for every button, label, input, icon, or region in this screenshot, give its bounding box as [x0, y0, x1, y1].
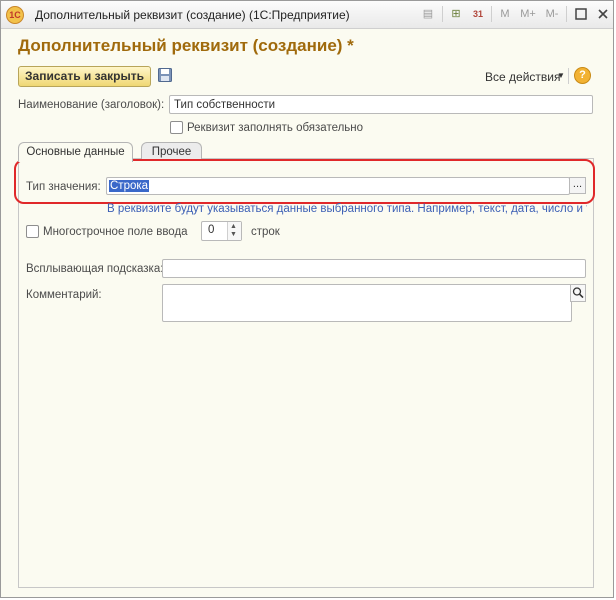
lines-count-value: 0	[208, 224, 215, 236]
chevron-down-icon[interactable]: ▼	[230, 231, 237, 238]
multiline-label: Многострочное поле ввода	[43, 226, 188, 238]
close-button[interactable]	[593, 4, 613, 24]
tab-main-data[interactable]: Основные данные	[18, 142, 133, 162]
comment-textarea[interactable]	[162, 284, 572, 322]
name-input[interactable]: Тип собственности	[169, 95, 593, 114]
name-label: Наименование (заголовок):	[18, 99, 165, 111]
toolbar-separator	[491, 6, 492, 22]
memory-m-button[interactable]: M	[498, 6, 512, 22]
maximize-button[interactable]	[571, 4, 591, 24]
save-disk-icon[interactable]	[158, 68, 172, 82]
lines-count-stepper[interactable]: 0 ▲ ▼	[201, 221, 242, 241]
help-icon[interactable]: ?	[574, 67, 591, 84]
required-label: Реквизит заполнять обязательно	[187, 122, 364, 134]
calendar-icon[interactable]: 31	[471, 6, 485, 22]
search-icon	[572, 287, 584, 299]
title-bar: 1С Дополнительный реквизит (создание) (1…	[1, 1, 613, 29]
document-icon[interactable]: ▤	[422, 6, 434, 22]
memory-minus-button[interactable]: M-	[543, 6, 561, 22]
all-actions-menu[interactable]: Все действия	[485, 70, 560, 84]
comment-open-button[interactable]	[570, 284, 586, 302]
lines-unit-label: строк	[251, 226, 280, 238]
calculator-icon[interactable]: ⊞	[449, 6, 463, 22]
chevron-down-icon[interactable]: ▼	[557, 71, 565, 80]
form-window: 1С Дополнительный реквизит (создание) (1…	[0, 0, 614, 598]
stepper-arrows[interactable]: ▲ ▼	[227, 222, 241, 240]
required-checkbox[interactable]	[170, 121, 183, 134]
toolbar-separator	[566, 6, 567, 22]
memory-plus-button[interactable]: M+	[519, 6, 537, 22]
save-and-close-button[interactable]: Записать и закрыть	[18, 66, 151, 87]
value-type-highlight	[14, 159, 595, 204]
tab-panel-main	[18, 158, 594, 588]
form-title: Дополнительный реквизит (создание) *	[18, 36, 354, 55]
tooltip-input[interactable]	[162, 259, 586, 278]
maximize-icon	[575, 8, 587, 20]
chevron-up-icon[interactable]: ▲	[230, 223, 237, 230]
window-title: Дополнительный реквизит (создание) (1С:П…	[35, 8, 350, 22]
comment-label: Комментарий:	[26, 289, 102, 301]
1c-logo-icon[interactable]: 1С	[6, 6, 24, 24]
close-icon	[598, 9, 608, 19]
toolbar-separator	[442, 6, 443, 22]
tooltip-label: Всплывающая подсказка:	[26, 263, 164, 275]
toolbar-separator	[568, 68, 569, 84]
value-type-hint: В реквизите будут указываться данные выб…	[107, 203, 587, 215]
multiline-checkbox[interactable]	[26, 225, 39, 238]
